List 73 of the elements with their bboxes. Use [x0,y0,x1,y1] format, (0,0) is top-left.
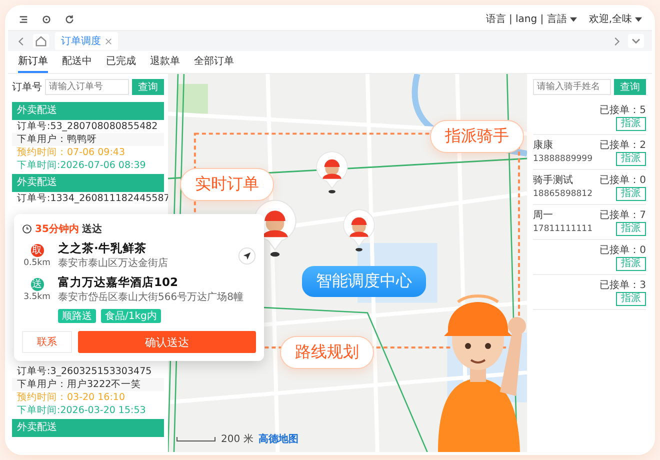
assign-button[interactable]: 指派 [616,257,646,271]
order-count: 已接单：5 [600,104,646,117]
order-count: 已接单：7 [600,208,646,222]
scheduled-time: 预约时间：03-20 16:10 [16,391,126,404]
stop-badge: 送 [30,278,44,290]
feature-callout: 智能调度中心 [302,266,426,297]
caret-icon [635,16,642,22]
stop-address: 泰安市泰山区万达金街店 [58,256,169,270]
order-tag: 食品/1kg内 [101,309,161,323]
assign-button[interactable]: 指派 [616,292,646,306]
rider-phone: 18865898812 [533,189,592,199]
map-logo: 高德地图 [258,432,298,446]
order-group-header: 外卖配送 [12,102,164,120]
scheduled-time: 预约时间：07-06 09:43 [16,146,126,159]
search-button[interactable]: 查询 [614,79,646,95]
eta-highlight: 35分钟内 [35,222,79,236]
home-icon[interactable] [33,34,49,48]
feature-callout: 指派骑手 [430,120,524,153]
order-group-header: 外卖配送 [12,174,164,192]
order-count: 已接单：0 [600,244,646,257]
park-area [178,84,208,114]
stop-badge: 取 [30,244,44,256]
rider-pin-icon[interactable] [315,150,349,194]
order-number: 订单号:3_260325153303475 [16,365,153,378]
contact-button[interactable]: 联系 [22,331,72,353]
order-number-label: 订单号 [12,80,42,94]
order-time: 下单时间:2026-03-20 15:53 [16,404,147,417]
order-tag: 顺路送 [58,309,96,323]
clock-icon [22,224,32,234]
stop-distance: 0.5km [24,258,50,268]
rider-phone: 13888889999 [533,154,592,164]
user-menu[interactable]: 欢迎,全味 [588,12,642,26]
order-tab[interactable]: 全部订单 [194,51,234,73]
dropdown-icon[interactable] [628,34,644,48]
stop-name: 之之茶·牛乳鲜茶 [58,241,148,256]
order-customer: 下单用户：鸭鸭呀 [12,133,164,146]
order-group-header: 外卖配送 [12,419,164,437]
stop-distance: 3.5km [24,292,50,302]
feature-callout: 路线规划 [280,336,374,369]
order-tab[interactable]: 新订单 [18,51,48,73]
assign-button[interactable]: 指派 [616,152,646,166]
order-count: 已接单：0 [600,174,646,187]
order-tab[interactable]: 配送中 [62,51,92,73]
eta-label: 送达 [82,222,102,236]
feature-callout: 实时订单 [180,168,274,201]
order-customer: 下单用户：用户3222不一笑 [12,378,164,391]
caret-icon [570,16,577,22]
rider-name: 康康 [533,138,553,152]
assign-button[interactable]: 指派 [616,187,646,201]
order-number: 订单号:53_280708080855482 [16,120,159,133]
language-menu[interactable]: 语言 | lang | 言語 [486,12,577,26]
search-button[interactable]: 查询 [132,79,164,95]
order-time: 下单时间:2026-07-06 08:39 [16,159,147,172]
order-number-field[interactable]: 请输入订单号 [45,79,129,95]
rider-name: 周一 [533,209,553,222]
menu-icon[interactable] [18,14,29,24]
assign-button[interactable]: 指派 [616,117,646,131]
order-count: 已接单：3 [600,278,646,292]
scale-bar-icon [176,436,216,442]
rider-pin-icon[interactable] [342,208,376,252]
refresh-icon[interactable] [64,14,75,24]
page-tab[interactable]: 订单调度 [55,32,118,50]
rider-phone: 17811111111 [533,224,592,234]
rider-name: 骑手测试 [533,174,573,187]
confirm-delivery-button[interactable]: 确认送达 [78,331,256,353]
map-scale-label: 200 米 [221,432,254,446]
order-tab[interactable]: 退款单 [150,51,180,73]
assign-button[interactable]: 指派 [616,222,646,236]
order-count: 已接单：2 [600,138,646,152]
close-icon[interactable] [105,38,112,44]
order-tab[interactable]: 已完成 [106,51,136,73]
rider-name-field[interactable]: 请输入骑手姓名 [533,79,611,95]
settings-icon[interactable] [41,14,52,24]
